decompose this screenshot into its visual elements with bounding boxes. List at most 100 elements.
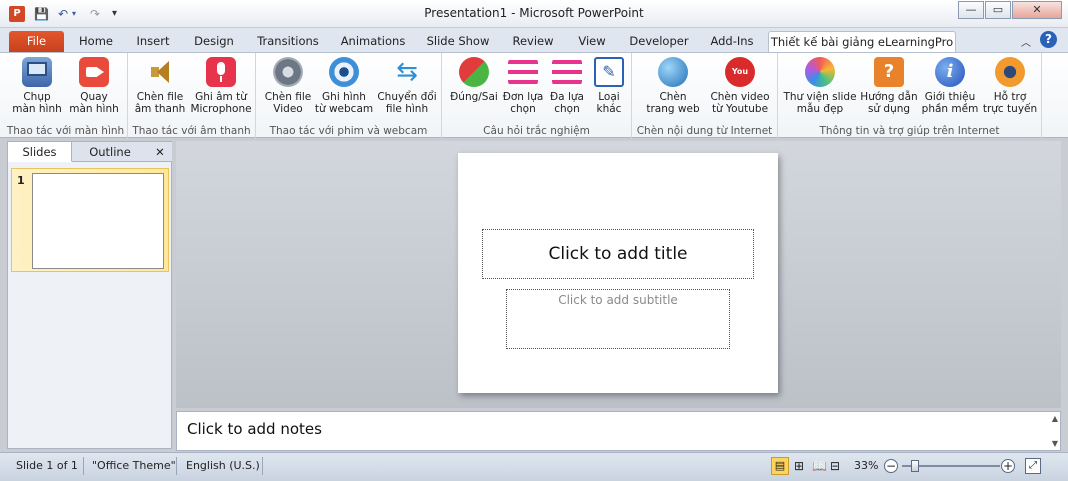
slide-show-icon[interactable]: ⊟ (830, 457, 840, 475)
multi-choice-button[interactable]: Đa lựa chọn (546, 57, 588, 115)
tab-animations[interactable]: Animations (336, 31, 410, 52)
insert-audio-button[interactable]: Chèn file âm thanh (132, 57, 188, 115)
insert-webpage-label-1: Chèn (659, 91, 687, 103)
record-microphone-button[interactable]: Ghi âm từ Microphone (188, 57, 254, 115)
online-support-button[interactable]: Hỗ trợ trực tuyến (980, 57, 1040, 115)
tab-review[interactable]: Review (506, 31, 560, 52)
zoom-slider-thumb[interactable] (910, 460, 919, 472)
title-bar: P 💾 ↶ ▾ ↷ ▾ Presentation1 - Microsoft Po… (0, 0, 1068, 28)
about-label-1: Giới thiệu (924, 91, 976, 103)
screenshot-button[interactable]: Chụp màn hình (10, 57, 64, 115)
convert-file-label-1: Chuyển đổi (377, 91, 437, 103)
microphone-icon (206, 57, 236, 87)
tab-home[interactable]: Home (74, 31, 118, 52)
online-support-label-2: trực tuyến (982, 103, 1038, 115)
group-screen-label: Thao tác với màn hình (6, 125, 125, 137)
about-button[interactable]: i Giới thiệu phần mềm (920, 57, 980, 115)
insert-youtube-label-1: Chèn video (710, 91, 770, 103)
tab-elearningpro[interactable]: Thiết kế bài giảng eLearningPro (768, 31, 956, 52)
status-separator (262, 457, 263, 475)
about-label-2: phần mềm (921, 103, 979, 115)
fit-to-window-icon[interactable]: ⤢ (1025, 458, 1041, 474)
multi-choice-label-2: chọn (554, 103, 580, 115)
ribbon: Chụp màn hình Quay màn hình Thao tác với… (0, 52, 1068, 139)
record-microphone-label-2: Microphone (190, 103, 252, 115)
other-type-icon: ✎ (594, 57, 624, 87)
notes-scroll-up-icon[interactable]: ▲ (1052, 414, 1058, 423)
minimize-ribbon-icon[interactable]: ︿ (1021, 34, 1031, 49)
close-button[interactable]: ✕ (1012, 1, 1062, 19)
slide[interactable]: Click to add title Click to add subtitle (458, 153, 778, 393)
webcam-record-button[interactable]: Ghi hình từ webcam (314, 57, 374, 115)
info-icon: i (935, 57, 965, 87)
record-microphone-label-1: Ghi âm từ (195, 91, 247, 103)
slide-library-button[interactable]: Thư viện slide mẫu đẹp (782, 57, 858, 115)
reading-view-icon[interactable]: 📖 (812, 457, 827, 475)
group-help: Thư viện slide mẫu đẹp ? Hướng dẫn sử dụ… (778, 53, 1042, 139)
multi-choice-label-1: Đa lựa (550, 91, 584, 103)
slide-number: 1 (17, 174, 25, 187)
other-type-label-1: Loại (598, 91, 620, 103)
tab-slides[interactable]: Slides (8, 142, 72, 162)
single-choice-label-2: chọn (510, 103, 536, 115)
notes-pane[interactable]: Click to add notes ▲ ▼ (176, 411, 1061, 451)
tab-outline[interactable]: Outline (72, 142, 148, 162)
tab-add-ins[interactable]: Add-Ins (704, 31, 760, 52)
tab-view[interactable]: View (570, 31, 614, 52)
record-screen-label-2: màn hình (69, 103, 119, 115)
record-screen-button[interactable]: Quay màn hình (66, 57, 122, 115)
insert-webpage-button[interactable]: Chèn trang web (638, 57, 708, 115)
group-internet-label: Chèn nội dung từ Internet (636, 125, 773, 137)
true-false-icon (459, 57, 489, 87)
subtitle-placeholder[interactable]: Click to add subtitle (506, 289, 730, 349)
multi-choice-icon (552, 57, 582, 87)
tab-transitions[interactable]: Transitions (250, 31, 326, 52)
minimize-button[interactable]: — (958, 1, 984, 19)
insert-video-button[interactable]: Chèn file Video (262, 57, 314, 115)
zoom-in-icon[interactable]: + (1001, 459, 1015, 473)
single-choice-label-1: Đơn lựa (502, 91, 544, 103)
zoom-out-icon[interactable]: − (884, 459, 898, 473)
tab-slide-show[interactable]: Slide Show (422, 31, 494, 52)
film-reel-icon (273, 57, 303, 87)
convert-file-button[interactable]: ⇆ Chuyển đổi file hình (374, 57, 440, 115)
webcam-record-label-1: Ghi hình (322, 91, 366, 103)
zoom-slider-track[interactable] (902, 460, 1000, 472)
zoom-level[interactable]: 33% (854, 457, 878, 475)
screenshot-label-1: Chụp (23, 91, 51, 103)
true-false-button[interactable]: Đúng/Sai (446, 57, 502, 103)
online-support-label-1: Hỗ trợ (993, 91, 1027, 103)
window-title: Presentation1 - Microsoft PowerPoint (424, 6, 644, 20)
group-audio: Chèn file âm thanh Ghi âm từ Microphone … (128, 53, 256, 139)
tab-insert[interactable]: Insert (130, 31, 176, 52)
slide-sorter-icon[interactable]: ⊞ (794, 457, 804, 475)
slide-library-label-1: Thư viện slide (783, 91, 857, 103)
screenshot-icon (22, 57, 52, 87)
record-screen-label-1: Quay (80, 91, 108, 103)
notes-scroll-down-icon[interactable]: ▼ (1052, 439, 1058, 448)
tab-file[interactable]: File (9, 31, 64, 52)
tab-design[interactable]: Design (188, 31, 240, 52)
group-audio-label: Thao tác với âm thanh (132, 125, 251, 137)
slide-thumbnail-selected[interactable]: 1 (11, 168, 169, 272)
language-status[interactable]: English (U.S.) (186, 457, 260, 475)
insert-youtube-label-2: từ Youtube (711, 103, 769, 115)
true-false-label-1: Đúng/Sai (450, 91, 498, 103)
slide-library-icon (805, 57, 835, 87)
single-choice-button[interactable]: Đơn lựa chọn (500, 57, 546, 115)
insert-video-label-1: Chèn file (264, 91, 312, 103)
theme-status[interactable]: "Office Theme" (92, 457, 176, 475)
status-bar: Slide 1 of 1 "Office Theme" English (U.S… (0, 452, 1068, 481)
restore-button[interactable]: ▭ (985, 1, 1011, 19)
help-icon[interactable]: ? (1040, 31, 1057, 48)
insert-youtube-button[interactable]: You Chèn video từ Youtube (704, 57, 776, 115)
user-guide-label-2: sử dụng (867, 103, 911, 115)
tab-developer[interactable]: Developer (624, 31, 694, 52)
other-type-button[interactable]: ✎ Loại khác (588, 57, 630, 115)
normal-view-icon[interactable]: ▤ (771, 457, 789, 475)
title-placeholder[interactable]: Click to add title (482, 229, 754, 279)
user-guide-button[interactable]: ? Hướng dẫn sử dụng (858, 57, 920, 115)
close-pane-icon[interactable]: ✕ (148, 142, 172, 162)
slide-thumbnail-preview (32, 173, 164, 269)
ribbon-tabs: File Home Insert Design Transitions Anim… (0, 28, 1068, 52)
